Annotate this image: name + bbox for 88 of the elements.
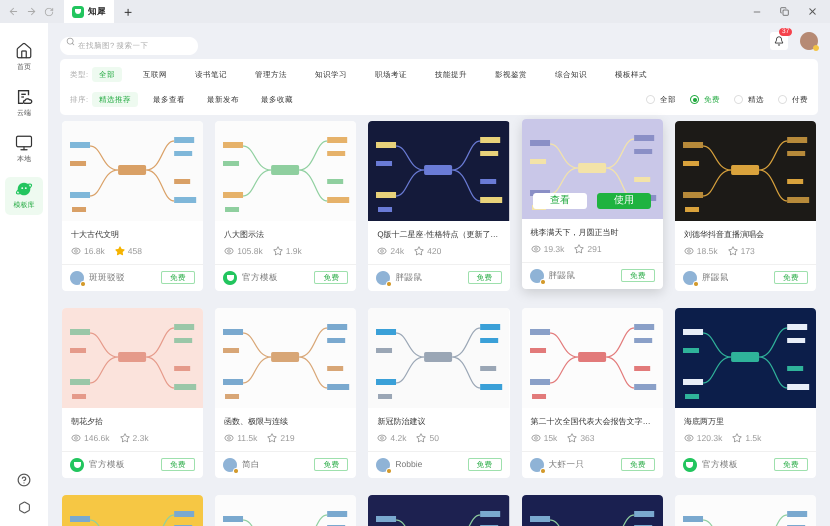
browser-tab[interactable]: 知犀 — [64, 0, 114, 23]
app-logo-icon — [72, 6, 84, 18]
star-count: 219 — [280, 432, 295, 444]
author-name: 官方模板 — [89, 458, 125, 471]
view-count: 4.2k — [390, 432, 406, 444]
author-name: 官方模板 — [702, 458, 738, 471]
card-title: 海底两万里 — [682, 416, 725, 428]
view-count: 146.6k — [84, 432, 110, 444]
eye-icon — [377, 246, 388, 256]
star-icon[interactable] — [567, 433, 578, 444]
star-count: 1.9k — [286, 245, 302, 258]
star-count: 1.5k — [745, 432, 762, 444]
star-icon[interactable] — [272, 246, 283, 256]
user-avatar — [530, 268, 544, 283]
author-name: 胖鼹鼠 — [395, 271, 422, 284]
back-icon[interactable] — [8, 6, 19, 17]
author-name: 斑斑驳驳 — [89, 271, 125, 284]
search-icon — [66, 36, 75, 46]
card-title: Q版十二星座·性格特点（更新了… — [376, 229, 500, 241]
monitor-icon — [15, 134, 33, 152]
star-icon[interactable] — [574, 244, 584, 254]
view-count: 15k — [544, 432, 558, 444]
author-name: Robbie — [395, 458, 422, 471]
user-avatar — [376, 458, 390, 472]
planet-icon — [15, 180, 33, 198]
reload-icon[interactable] — [44, 6, 54, 16]
card-title: 函数、极限与连续 — [223, 416, 290, 428]
user-avatar — [223, 458, 238, 472]
author-name: 大虾一只 — [548, 458, 585, 471]
settings-icon[interactable] — [18, 501, 30, 514]
eye-icon — [224, 246, 234, 256]
card-title: 桃李满天下，月圆正当时 — [530, 227, 620, 239]
author-name: 胖鼹鼠 — [702, 271, 729, 284]
star-icon[interactable] — [414, 246, 424, 256]
home-icon — [15, 42, 33, 60]
user-avatar — [530, 458, 544, 472]
eye-icon — [530, 433, 541, 444]
card-title: 十大古代文明 — [70, 229, 120, 241]
star-icon[interactable] — [416, 433, 426, 444]
star-icon[interactable] — [267, 433, 278, 444]
restore-icon[interactable] — [780, 7, 789, 16]
star-count: 363 — [580, 432, 594, 444]
star-count: 291 — [587, 243, 602, 256]
official-avatar — [682, 458, 697, 472]
view-count: 24k — [390, 245, 404, 258]
eye-icon — [71, 246, 81, 256]
author-name: 官方模板 — [242, 271, 278, 284]
official-avatar — [223, 270, 238, 285]
official-avatar — [70, 458, 84, 472]
author-name: 简白 — [242, 458, 260, 471]
view-count: 18.5k — [696, 245, 718, 258]
user-avatar — [682, 270, 697, 285]
eye-icon — [530, 244, 541, 254]
card-title: 刘德华抖音直播演唱会 — [682, 229, 765, 241]
eye-icon — [71, 433, 81, 444]
star-count: 458 — [128, 245, 142, 258]
eye-icon — [684, 433, 694, 444]
bell-icon — [774, 36, 784, 46]
cloud-file-icon — [15, 88, 33, 106]
help-icon[interactable] — [17, 473, 31, 487]
card-title: 新冠防治建议 — [376, 416, 426, 428]
star-count: 420 — [427, 245, 442, 258]
close-icon[interactable] — [807, 6, 818, 17]
star-icon[interactable] — [732, 433, 742, 444]
star-count: 50 — [429, 432, 439, 444]
eye-icon — [684, 246, 694, 256]
user-avatar — [70, 270, 84, 285]
view-count: 16.8k — [84, 245, 105, 258]
view-count: 19.3k — [544, 243, 564, 256]
view-count: 105.8k — [237, 245, 263, 258]
card-title: 八大图示法 — [223, 229, 266, 241]
star-count: 173 — [740, 245, 755, 258]
user-avatar — [376, 270, 390, 285]
view-count: 120.3k — [696, 432, 722, 444]
card-title: 第二十次全国代表大会报告文字… — [530, 416, 652, 428]
star-count: 2.3k — [132, 432, 149, 444]
author-name: 胖鼹鼠 — [548, 269, 576, 282]
star-icon[interactable] — [728, 246, 738, 256]
user-avatar[interactable] — [800, 32, 818, 50]
card-title: 朝花夕拾 — [70, 416, 104, 428]
forward-icon[interactable] — [26, 6, 37, 17]
eye-icon — [377, 433, 388, 444]
new-tab-button[interactable]: + — [124, 4, 132, 18]
eye-icon — [224, 433, 234, 444]
star-icon[interactable] — [114, 246, 125, 256]
view-count: 11.5k — [237, 432, 258, 444]
radio-button[interactable] — [690, 95, 699, 104]
star-icon[interactable] — [120, 433, 130, 444]
